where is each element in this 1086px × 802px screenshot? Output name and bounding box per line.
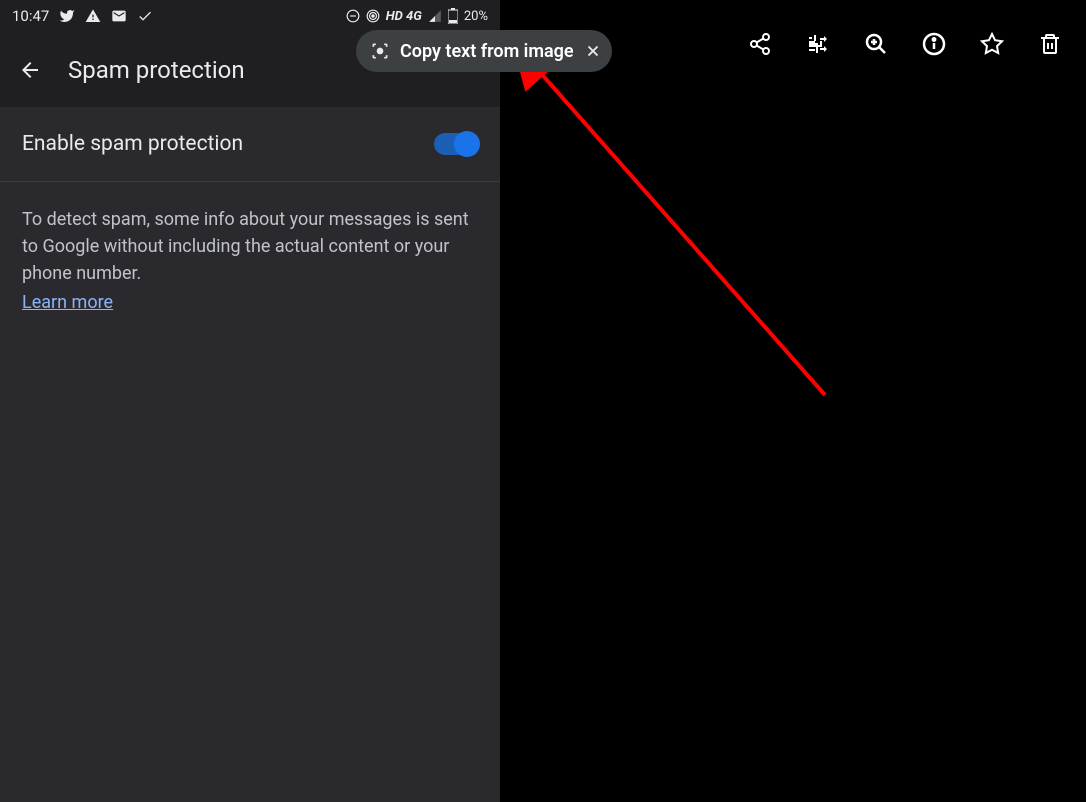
copy-text-chip[interactable]: Copy text from image (356, 30, 612, 72)
learn-more-link[interactable]: Learn more (22, 289, 113, 316)
edit-button[interactable] (806, 32, 830, 56)
spam-toggle-row[interactable]: Enable spam protection (0, 107, 500, 182)
checkmark-icon (137, 8, 153, 24)
zoom-button[interactable] (864, 32, 888, 56)
status-time: 10:47 (12, 7, 49, 25)
close-icon[interactable] (584, 42, 602, 60)
copy-chip-label: Copy text from image (400, 41, 574, 62)
lens-icon (370, 41, 390, 61)
warning-icon (85, 8, 101, 24)
back-button[interactable] (18, 58, 42, 82)
twitter-icon (59, 8, 75, 24)
info-button[interactable] (922, 32, 946, 56)
hotspot-icon (366, 9, 380, 23)
status-left: 10:47 (12, 7, 153, 25)
page-title: Spam protection (68, 56, 245, 84)
spam-toggle-label: Enable spam protection (22, 132, 243, 156)
dnd-icon (346, 9, 360, 23)
battery-percent: 20% (464, 9, 488, 24)
favorite-button[interactable] (980, 32, 1004, 56)
photo-viewer (500, 0, 1086, 802)
battery-icon (448, 8, 458, 24)
delete-button[interactable] (1038, 32, 1062, 56)
share-button[interactable] (748, 32, 772, 56)
photo-toolbar (748, 32, 1062, 56)
description-text: To detect spam, some info about your mes… (22, 209, 469, 284)
status-bar: 10:47 HD 4G (0, 0, 500, 32)
status-right: HD 4G 20% (346, 8, 488, 24)
spam-toggle-switch[interactable] (434, 133, 478, 155)
network-label: HD 4G (386, 9, 422, 24)
signal-icon (428, 9, 442, 23)
switch-thumb (454, 131, 480, 157)
gmail-icon (111, 8, 127, 24)
description-block: To detect spam, some info about your mes… (0, 182, 500, 340)
phone-screen: 10:47 HD 4G (0, 0, 500, 802)
